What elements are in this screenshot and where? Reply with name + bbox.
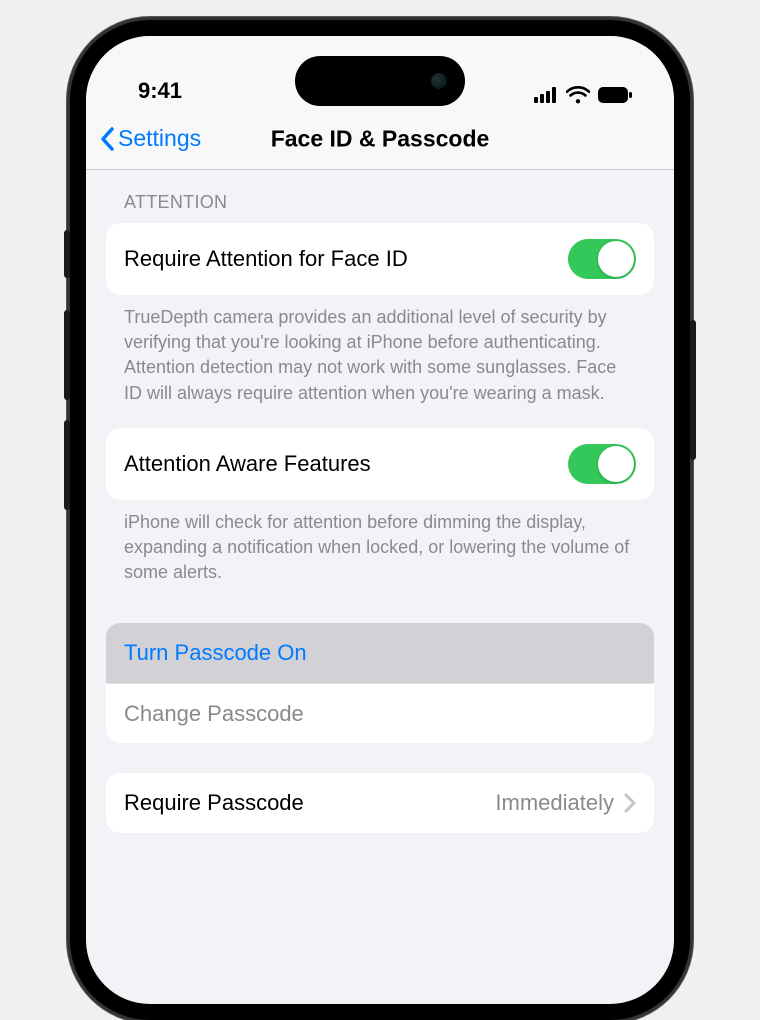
toggle-require-attention[interactable]: [568, 239, 636, 279]
cell-label: Require Passcode: [124, 790, 304, 816]
side-button-volume-up: [64, 310, 70, 400]
side-button-silent: [64, 230, 70, 278]
section-footer-attention-aware: iPhone will check for attention before d…: [106, 500, 654, 594]
content: ATTENTION Require Attention for Face ID …: [86, 170, 674, 833]
back-label: Settings: [118, 125, 201, 152]
side-button-volume-down: [64, 420, 70, 510]
cell-label: Change Passcode: [124, 701, 304, 727]
cell-label: Turn Passcode On: [124, 640, 307, 666]
cell-group-attention-aware: Attention Aware Features: [106, 428, 654, 500]
status-time: 9:41: [138, 78, 182, 104]
phone-frame: 9:41: [70, 20, 690, 1020]
back-button[interactable]: Settings: [100, 125, 201, 152]
toggle-knob: [598, 241, 634, 277]
cell-turn-passcode-on[interactable]: Turn Passcode On: [106, 623, 654, 683]
cell-change-passcode[interactable]: Change Passcode: [106, 683, 654, 743]
cell-value: Immediately: [495, 790, 614, 816]
cell-group-require-passcode: Require Passcode Immediately: [106, 773, 654, 833]
toggle-attention-aware[interactable]: [568, 444, 636, 484]
cell-group-require-attention: Require Attention for Face ID: [106, 223, 654, 295]
cell-attention-aware[interactable]: Attention Aware Features: [106, 428, 654, 500]
front-camera-icon: [431, 73, 447, 89]
cell-require-passcode[interactable]: Require Passcode Immediately: [106, 773, 654, 833]
side-button-power: [690, 320, 696, 460]
cellular-icon: [534, 87, 558, 103]
wifi-icon: [566, 86, 590, 104]
cell-require-attention[interactable]: Require Attention for Face ID: [106, 223, 654, 295]
chevron-right-icon: [624, 793, 636, 813]
chevron-left-icon: [100, 127, 116, 151]
screen: 9:41: [86, 36, 674, 1004]
nav-bar: Settings Face ID & Passcode: [86, 108, 674, 170]
section-footer-require-attention: TrueDepth camera provides an additional …: [106, 295, 654, 414]
cell-group-passcode: Turn Passcode On Change Passcode: [106, 623, 654, 743]
page-title: Face ID & Passcode: [271, 125, 490, 152]
section-header-attention: ATTENTION: [106, 170, 654, 223]
battery-icon: [598, 87, 632, 103]
cell-label: Require Attention for Face ID: [124, 246, 408, 272]
toggle-knob: [598, 446, 634, 482]
status-indicators: [534, 86, 632, 104]
cell-label: Attention Aware Features: [124, 451, 371, 477]
dynamic-island: [295, 56, 465, 106]
